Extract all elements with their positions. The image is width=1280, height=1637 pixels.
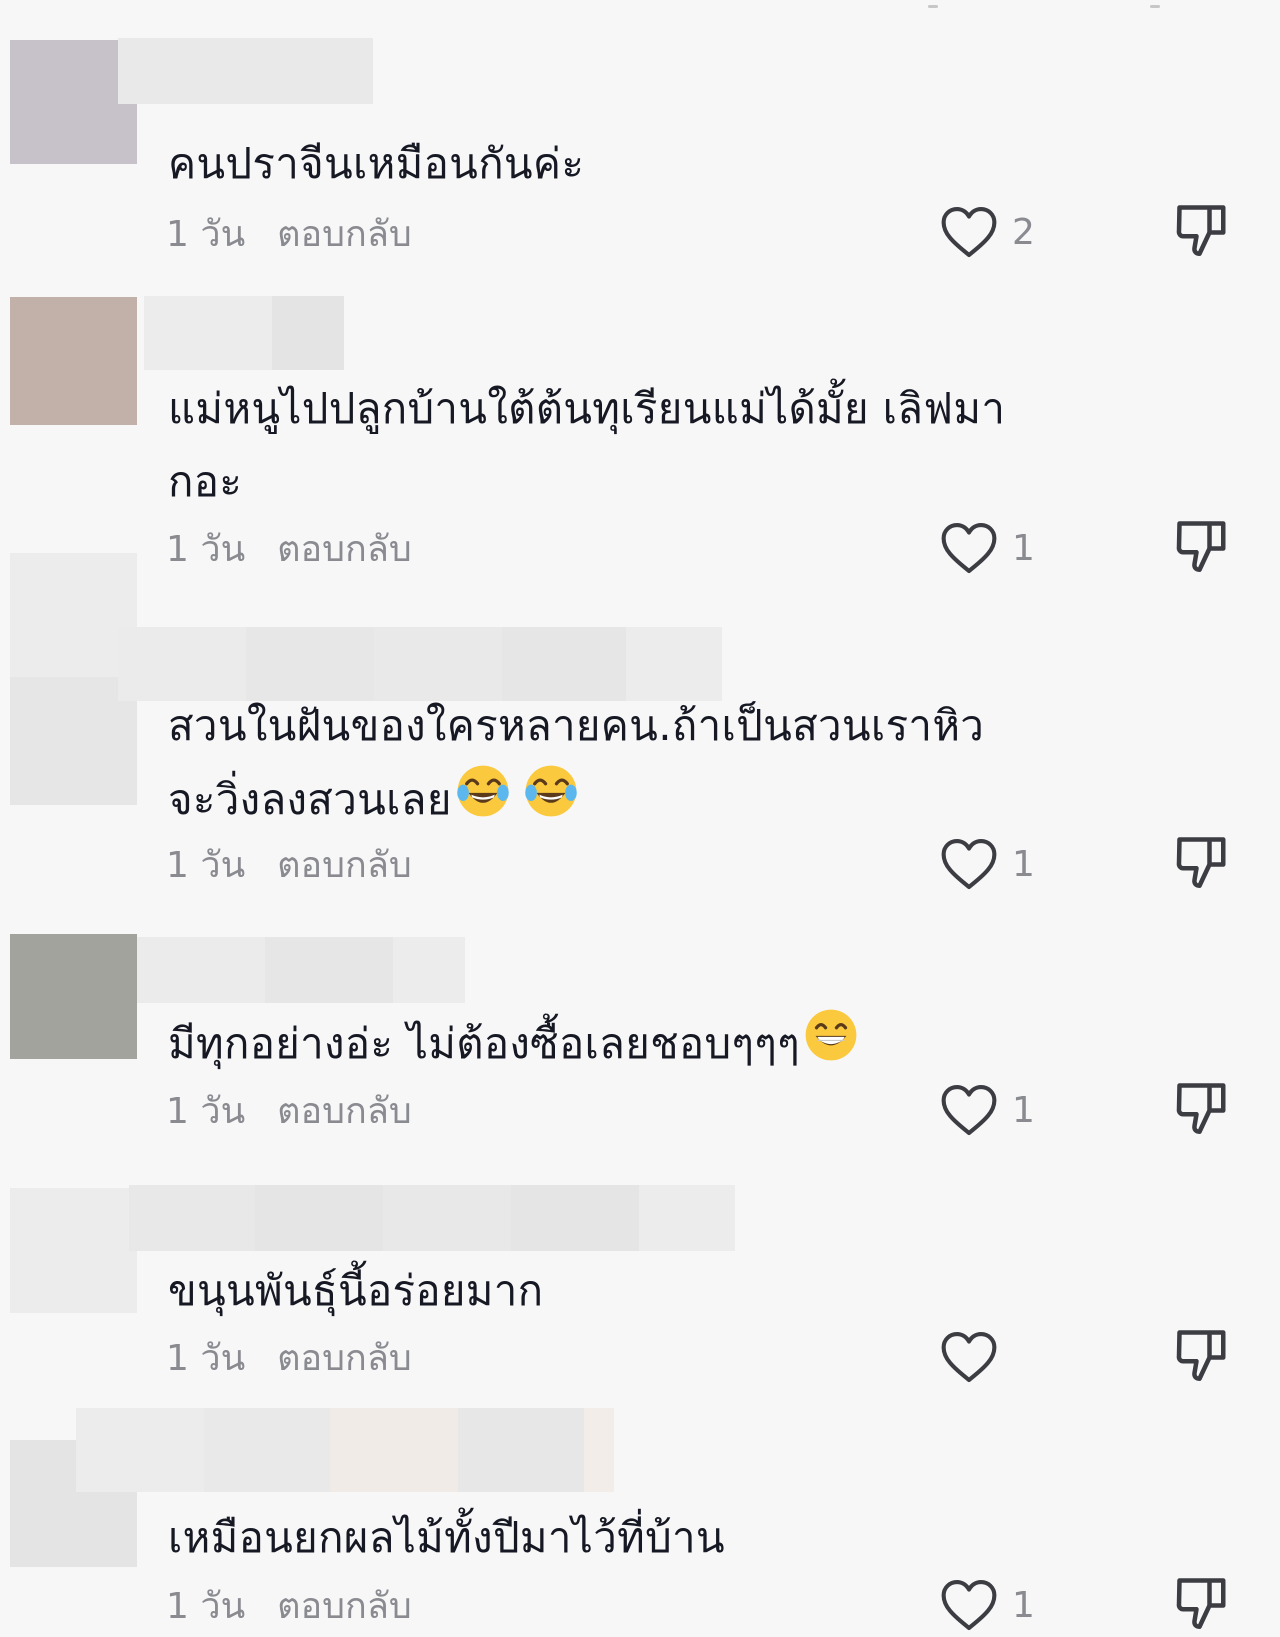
tears-of-joy-icon [525,765,577,817]
like-button[interactable] [940,1327,1012,1387]
dislike-button[interactable] [1172,516,1232,576]
thumbs-down-outline-icon [1176,1083,1226,1134]
comment-text-line: สวนในฝันของใครหลายคน.ถ้าเป็นสวนเราหิว [168,701,985,750]
comment-text: มีทุกอย่างอ่ะ ไม่ต้องซื้อเลยชอบๆๆๆ [168,1006,1088,1086]
like-button[interactable]: 1 [940,1080,1035,1140]
like-button[interactable]: 1 [940,1575,1035,1635]
avatar[interactable] [10,1188,137,1315]
heart-outline-icon [941,838,997,890]
comment-text-line: แม่หนูไปปลูกบ้านใต้ต้นทุเรียนแม่ได้มั้ย … [168,384,1006,433]
like-count: 1 [1012,527,1035,569]
avatar[interactable] [10,934,137,1061]
heart-outline-icon [941,206,997,258]
dislike-button[interactable] [1172,832,1232,892]
comment-text: เหมือนยกผลไม้ทั้งปีมาไว้ที่บ้าน [168,1513,725,1562]
dislike-button[interactable] [1172,1078,1232,1138]
comment-meta: 1 วัน ตอบกลับ [166,1085,412,1135]
heart-outline-icon [941,1331,997,1383]
comment-time: 1 วัน [166,1090,246,1132]
thumbs-down-outline-icon [1176,837,1226,888]
avatar[interactable] [10,297,137,425]
like-count: 2 [1012,211,1035,253]
heart-outline-icon [941,1084,997,1136]
comment-text-line: กอะ [168,457,243,506]
reply-button[interactable]: ตอบกลับ [277,520,412,577]
dislike-button[interactable] [1172,1325,1232,1385]
comment-text-line: จะวิ่งลงสวนเลย [168,762,1088,842]
comment-text: คนปราจีนเหมือนกันค่ะ [168,139,585,188]
comment-text: ขนุนพันธุ์นี้อร่อยมาก [168,1266,544,1315]
thumbs-down-outline-icon [1176,1578,1226,1629]
comment-meta: 1 วัน ตอบกลับ [166,1332,412,1382]
username-blurred[interactable] [118,38,373,104]
username-blurred[interactable] [76,1408,614,1492]
comment-meta: 1 วัน ตอบกลับ [166,208,412,258]
like-count: 1 [1012,1089,1035,1131]
grinning-face-icon [805,1009,857,1061]
username-blurred[interactable] [144,296,344,370]
comment-text-content: จะวิ่งลงสวนเลย [168,775,452,824]
comment-time: 1 วัน [166,1337,246,1379]
tears-of-joy-emoji [522,762,580,842]
like-count: 1 [1012,1584,1035,1626]
tears-of-joy-icon [457,765,509,817]
like-button[interactable]: 1 [940,834,1035,894]
comment-meta: 1 วัน ตอบกลับ [166,523,412,573]
grinning-emoji [802,1006,860,1086]
username-blurred[interactable] [129,1185,735,1251]
comment-time: 1 วัน [166,528,246,570]
reply-button[interactable]: ตอบกลับ [277,836,412,893]
tears-of-joy-emoji [454,762,512,842]
dislike-button[interactable] [1172,1573,1232,1633]
comment-meta: 1 วัน ตอบกลับ [166,839,412,889]
reply-button[interactable]: ตอบกลับ [277,205,412,262]
like-count: 1 [1012,843,1035,885]
thumbs-down-outline-icon [1176,1330,1226,1381]
reply-button[interactable]: ตอบกลับ [277,1082,412,1139]
comment-time: 1 วัน [166,1585,246,1627]
like-button[interactable]: 2 [940,202,1035,262]
reply-button[interactable]: ตอบกลับ [277,1329,412,1386]
thumbs-down-outline-icon [1176,205,1226,256]
username-blurred[interactable] [137,937,465,1003]
comment-time: 1 วัน [166,213,246,255]
comment-meta: 1 วัน ตอบกลับ [166,1580,412,1630]
heart-outline-icon [941,522,997,574]
thumbs-down-outline-icon [1176,521,1226,572]
comments-screen: คนปราจีนเหมือนกันค่ะ 1 วัน ตอบกลับ 2 แม่… [0,0,1280,1635]
comment-text-content: มีทุกอย่างอ่ะ ไม่ต้องซื้อเลยชอบๆๆๆ [168,1019,800,1068]
dislike-button[interactable] [1172,200,1232,260]
top-edge-indicator [0,0,1280,14]
like-button[interactable]: 1 [940,518,1035,578]
heart-outline-icon [941,1579,997,1631]
reply-button[interactable]: ตอบกลับ [277,1577,412,1634]
comment-time: 1 วัน [166,844,246,886]
